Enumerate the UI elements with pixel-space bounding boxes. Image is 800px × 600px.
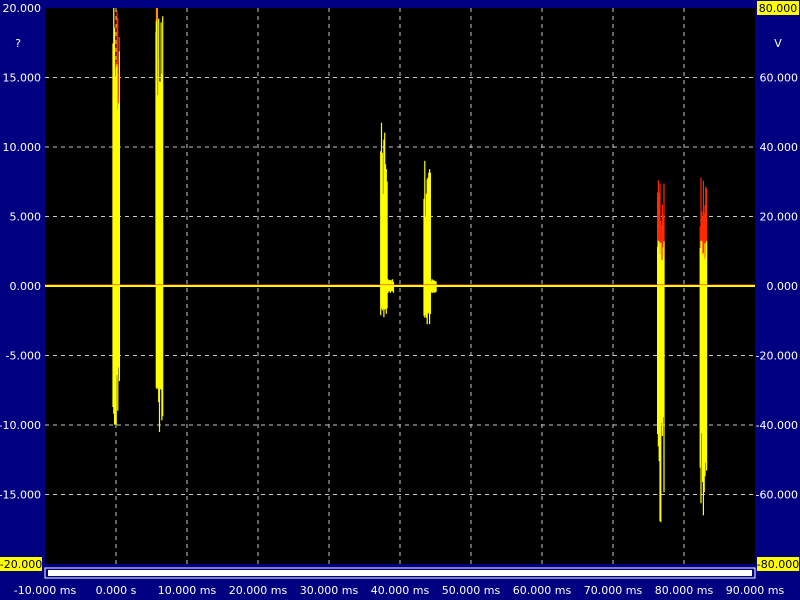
- scrollbar-thumb[interactable]: [48, 570, 752, 576]
- left-unit-label: ?: [15, 37, 21, 50]
- left-tick-label: 20.000: [3, 2, 42, 15]
- x-axis-ticks: -10.000 ms 0.000 s 10.000 ms 20.000 ms 30.00…: [14, 584, 785, 597]
- x-tick-label: 0.000 s: [96, 584, 137, 597]
- right-tick-label: 0.000: [767, 280, 799, 293]
- right-tick-label: -40.000: [756, 419, 798, 432]
- x-tick-label: 50.000 ms: [442, 584, 501, 597]
- left-tick-label: 10.000: [3, 141, 42, 154]
- x-tick-label: 60.000 ms: [513, 584, 572, 597]
- right-tick-label: -20.000: [756, 350, 798, 363]
- x-tick-label: 80.000 ms: [655, 584, 714, 597]
- right-tick-label: 60.000: [760, 72, 799, 85]
- signal-burst: [423, 160, 431, 325]
- left-tick-label: 15.000: [3, 72, 42, 85]
- left-tick-label: -15.000: [0, 489, 41, 502]
- right-tick-label: -80.000: [757, 558, 799, 571]
- oscilloscope-view: ? V 20.000 15.000 10.000 5.000 0.000 -5.000 -1…: [0, 1, 799, 597]
- x-tick-label: 70.000 ms: [584, 584, 643, 597]
- right-tick-label: 80.000: [759, 2, 798, 15]
- x-tick-label: 30.000 ms: [300, 584, 359, 597]
- left-tick-label: -20.000: [0, 558, 42, 571]
- right-axis-ticks: 80.000 60.000 40.000 20.000 0.000 -20.000 -40.…: [756, 1, 799, 571]
- x-tick-label: 90.000 ms: [726, 584, 785, 597]
- right-tick-label: -60.000: [756, 489, 798, 502]
- left-tick-label: -5.000: [6, 350, 41, 363]
- left-tick-label: -10.000: [0, 419, 41, 432]
- right-tick-label: 20.000: [760, 211, 799, 224]
- left-axis-ticks: 20.000 15.000 10.000 5.000 0.000 -5.000 -10.00…: [0, 2, 42, 571]
- right-unit-label: V: [774, 37, 782, 50]
- left-tick-label: 0.000: [10, 280, 42, 293]
- right-tick-label: 40.000: [760, 141, 799, 154]
- left-tick-label: 5.000: [10, 211, 42, 224]
- x-tick-label: 20.000 ms: [229, 584, 288, 597]
- x-tick-label: -10.000 ms: [14, 584, 77, 597]
- x-tick-label: 40.000 ms: [371, 584, 430, 597]
- x-tick-label: 10.000 ms: [158, 584, 217, 597]
